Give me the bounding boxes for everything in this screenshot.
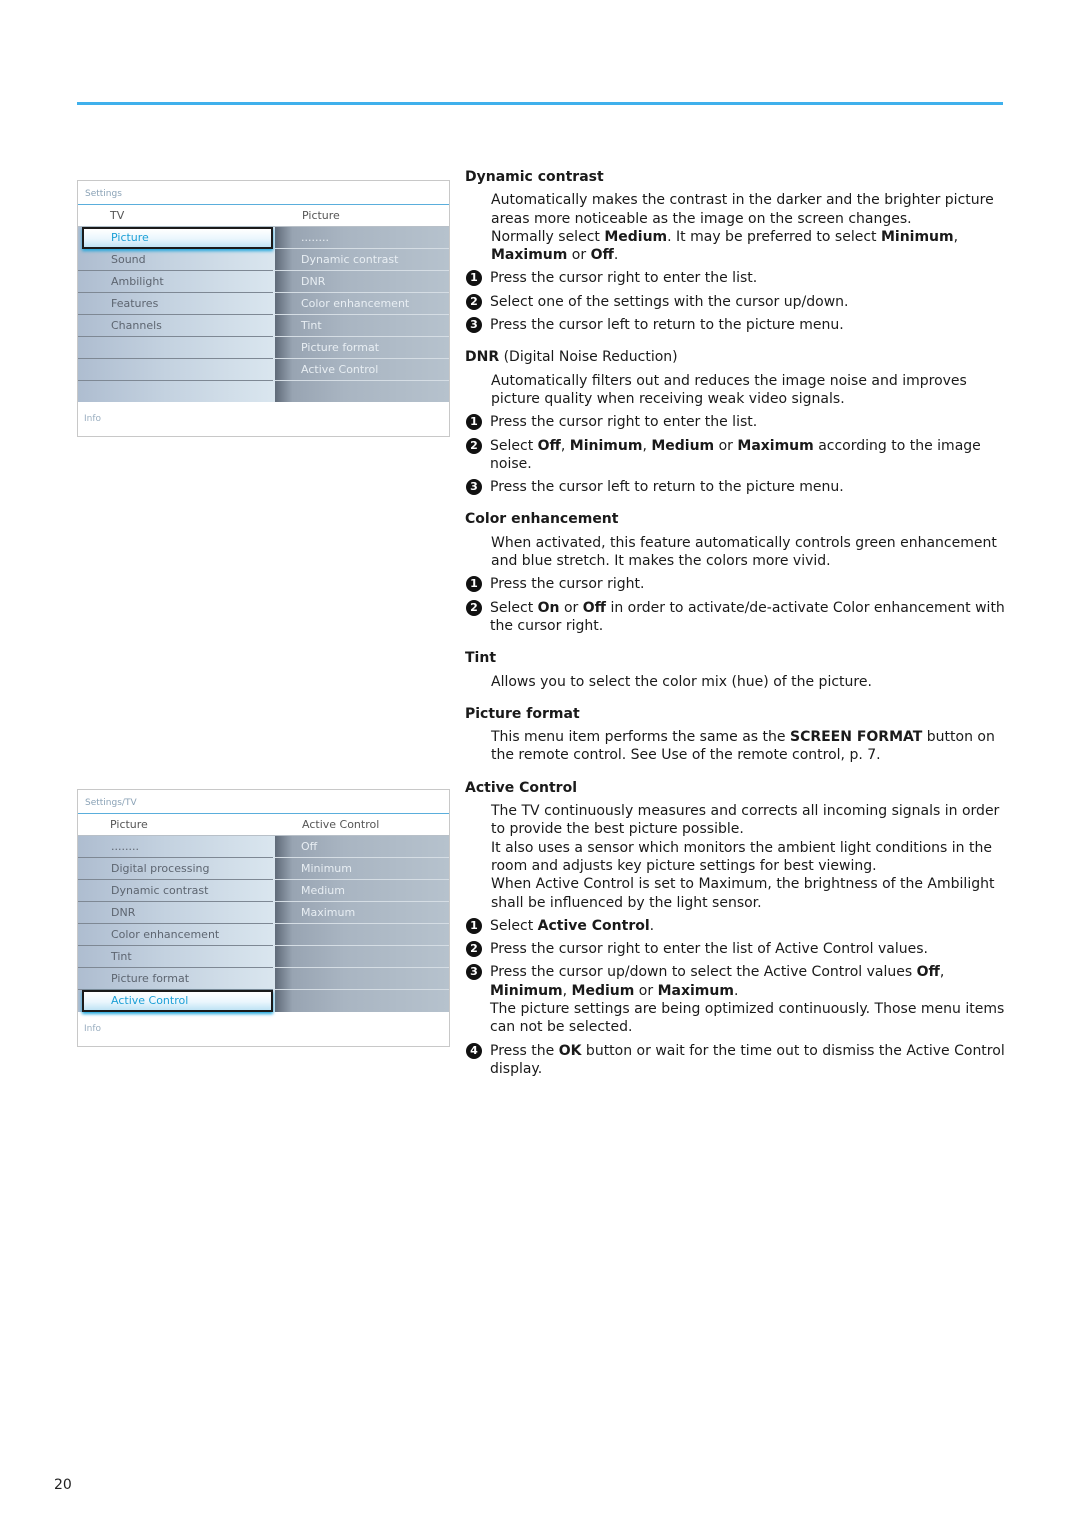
submenu-item-tint: Tint	[275, 315, 449, 337]
menu-item-empty	[78, 337, 273, 359]
submenu-item-empty	[275, 381, 449, 402]
step: 3 Press the cursor left to return to the …	[465, 478, 1010, 496]
menu-breadcrumb: Settings/TV	[78, 790, 449, 814]
paragraph: It also uses a sensor which monitors the…	[491, 839, 992, 874]
paragraph: Automatically filters out and reduces th…	[491, 372, 967, 407]
step: 2 Select On or Off in order to activate/d…	[465, 599, 1010, 636]
paragraph: When Active Control is set to Maximum, t…	[491, 876, 995, 911]
submenu-item-dynamic-contrast: Dynamic contrast	[275, 249, 449, 271]
step: 1 Press the cursor right.	[465, 575, 1010, 593]
step-number-icon: 3	[466, 479, 482, 496]
menu-item-tint[interactable]: Tint	[78, 946, 273, 968]
step-number-icon: 1	[466, 270, 482, 287]
menu-item-active-control[interactable]: Active Control	[82, 990, 273, 1012]
step: 3 Press the cursor up/down to select the …	[465, 963, 1010, 1036]
instructions-column: Dynamic contrast Automatically makes the…	[465, 168, 1010, 1092]
section-heading: Picture format	[465, 705, 580, 722]
menu-item-channels[interactable]: Channels	[78, 315, 273, 337]
menu-left-header: TV	[110, 209, 125, 222]
menu-item-empty	[78, 359, 273, 381]
section-heading: DNR (Digital Noise Reduction)	[465, 349, 678, 366]
section-dnr: DNR (Digital Noise Reduction) Automatica…	[465, 348, 1010, 496]
menu-item-picture[interactable]: Picture	[82, 227, 273, 249]
menu-item-picture-format[interactable]: Picture format	[78, 968, 273, 990]
section-tint: Tint Allows you to select the color mix …	[465, 649, 1010, 691]
submenu-item-color-enhancement: Color enhancement	[275, 293, 449, 315]
menu-item-dnr[interactable]: DNR	[78, 902, 273, 924]
paragraph: Normally select Medium. It may be prefer…	[491, 228, 959, 264]
section-dynamic-contrast: Dynamic contrast Automatically makes the…	[465, 168, 1010, 334]
step-number-icon: 2	[466, 293, 482, 310]
paragraph: Allows you to select the color mix (hue)…	[491, 673, 872, 690]
menu-header: TV Picture	[78, 205, 449, 227]
menu-header: Picture Active Control	[78, 814, 449, 836]
menu-item-empty	[78, 381, 273, 402]
step-number-icon: 2	[466, 437, 482, 454]
submenu-item-active-control: Active Control	[275, 359, 449, 381]
submenu-item-picture-format: Picture format	[275, 337, 449, 359]
submenu-item-empty	[275, 968, 449, 990]
submenu-option-off: Off	[275, 836, 449, 858]
submenu-item-empty	[275, 946, 449, 968]
step: 1 Press the cursor right to enter the lis…	[465, 269, 1010, 287]
paragraph: Automatically makes the contrast in the …	[491, 192, 994, 227]
menu-item-ambilight[interactable]: Ambilight	[78, 271, 273, 293]
top-divider	[77, 102, 1003, 105]
step: 4 Press the OK button or wait for the tim…	[465, 1042, 1010, 1079]
section-heading: Color enhancement	[465, 511, 619, 528]
section-heading: Tint	[465, 650, 497, 667]
step: 1 Select Active Control.	[465, 917, 1010, 935]
submenu-item-empty	[275, 924, 449, 946]
step-number-icon: 1	[466, 576, 482, 593]
menu-left-column: Picture Sound Ambilight Features Channel…	[78, 227, 275, 402]
menu-right-column: Off Minimum Medium Maximum	[275, 836, 449, 1012]
step-number-icon: 3	[466, 317, 482, 334]
menu-breadcrumb: Settings	[78, 181, 449, 205]
step-number-icon: 2	[466, 599, 482, 616]
section-heading: Active Control	[465, 779, 577, 796]
step: 2 Select one of the settings with the cur…	[465, 293, 1010, 311]
menu-left-header: Picture	[110, 818, 148, 831]
paragraph: The TV continuously measures and correct…	[491, 803, 1000, 838]
submenu-item-empty	[275, 990, 449, 1011]
section-active-control: Active Control The TV continuously measu…	[465, 779, 1010, 1078]
tv-menu-settings: Settings TV Picture Picture Sound Ambili…	[77, 180, 450, 437]
step-number-icon: 4	[466, 1042, 482, 1059]
menu-item-more[interactable]: ........	[78, 836, 273, 858]
menu-info: Info	[84, 414, 102, 424]
menu-item-digital-processing[interactable]: Digital processing	[78, 858, 273, 880]
menu-item-color-enhancement[interactable]: Color enhancement	[78, 924, 273, 946]
menu-right-column: ........ Dynamic contrast DNR Color enha…	[275, 227, 449, 402]
submenu-option-medium: Medium	[275, 880, 449, 902]
submenu-option-maximum: Maximum	[275, 902, 449, 924]
submenu-item-more: ........	[275, 227, 449, 249]
step: 3 Press the cursor left to return to the …	[465, 316, 1010, 334]
step-number-icon: 1	[466, 917, 482, 934]
step-number-icon: 3	[466, 964, 482, 981]
section-color-enhancement: Color enhancement When activated, this f…	[465, 510, 1010, 635]
step-number-icon: 1	[466, 414, 482, 431]
menu-item-sound[interactable]: Sound	[78, 249, 273, 271]
menu-left-column: ........ Digital processing Dynamic cont…	[78, 836, 275, 1012]
step: 1 Press the cursor right to enter the lis…	[465, 413, 1010, 431]
menu-item-features[interactable]: Features	[78, 293, 273, 315]
section-picture-format: Picture format This menu item performs t…	[465, 705, 1010, 765]
submenu-option-minimum: Minimum	[275, 858, 449, 880]
menu-item-dynamic-contrast[interactable]: Dynamic contrast	[78, 880, 273, 902]
paragraph: This menu item performs the same as the …	[491, 729, 995, 764]
menu-info: Info	[84, 1024, 102, 1034]
page-number: 20	[54, 1477, 72, 1493]
step: 2 Select Off, Minimum, Medium or Maximum …	[465, 437, 1010, 474]
tv-menu-active-control: Settings/TV Picture Active Control .....…	[77, 789, 450, 1047]
step-number-icon: 2	[466, 941, 482, 958]
section-heading: Dynamic contrast	[465, 169, 604, 185]
menu-right-header: Picture	[302, 209, 340, 222]
menu-right-header: Active Control	[302, 818, 380, 831]
step: 2 Press the cursor right to enter the lis…	[465, 940, 1010, 958]
paragraph: When activated, this feature automatical…	[491, 534, 997, 570]
submenu-item-dnr: DNR	[275, 271, 449, 293]
